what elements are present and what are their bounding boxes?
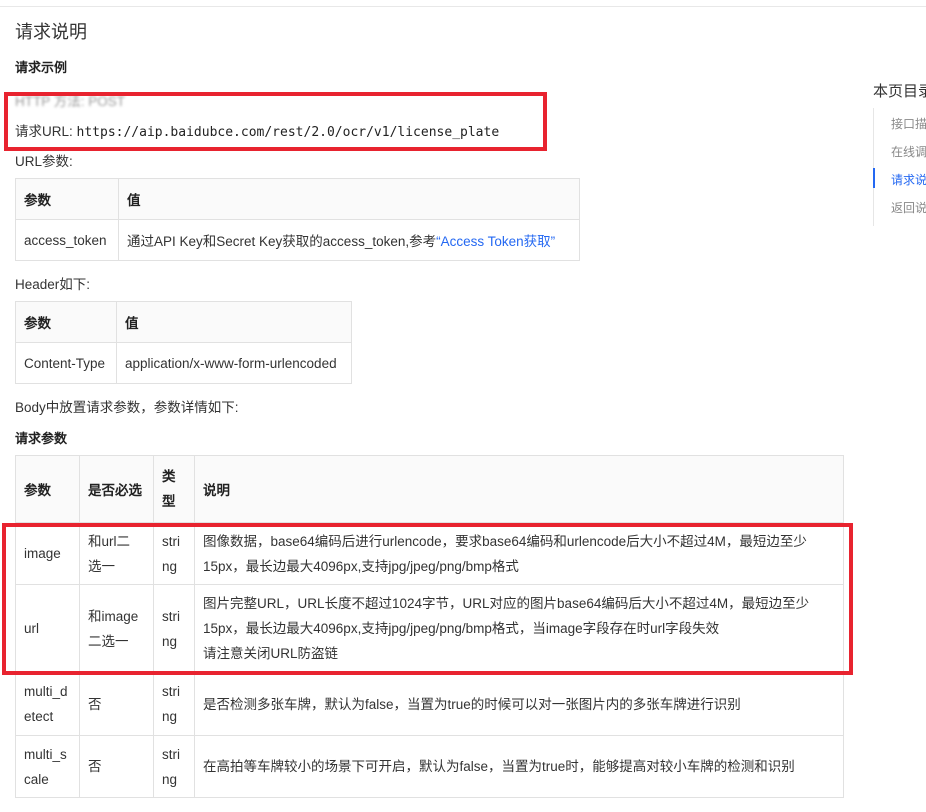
column-header: 值 (116, 301, 352, 343)
value-text: 通过API Key和Secret Key获取的access_token,参考 (127, 234, 437, 249)
type-cell: stri ng (153, 584, 195, 673)
param-cell: Content-Type (15, 342, 117, 384)
http-method-line: HTTP 方法: POST (15, 94, 126, 109)
param-cell: image (15, 522, 80, 585)
toc-list: 接口描述 在线调试 请求说明 返回说明 (873, 108, 926, 226)
table-header-row: 参数 是否必选 类型 说明 (15, 455, 844, 523)
column-header: 参数 (15, 301, 117, 343)
column-header: 参数 (15, 455, 80, 523)
toc-item-response-description[interactable]: 返回说明 (891, 199, 926, 216)
column-header: 类型 (153, 455, 195, 523)
url-params-table: 参数 值 access_token 通过API Key和Secret Key获取… (15, 178, 580, 261)
column-header: 参数 (15, 178, 119, 220)
type-cell: stri ng (153, 735, 195, 798)
desc-cell: 图像数据，base64编码后进行urlencode，要求base64编码和url… (194, 522, 844, 585)
value-cell: 通过API Key和Secret Key获取的access_token,参考“A… (118, 219, 580, 261)
request-params-heading: 请求参数 (15, 431, 68, 446)
required-cell: 否 (79, 672, 154, 736)
toc-item-request-description[interactable]: 请求说明 (891, 171, 926, 188)
param-cell: access_token (15, 219, 119, 261)
table-row: image 和url二 选一 stri ng 图像数据，base64编码后进行url… (15, 522, 844, 585)
type-cell: stri ng (153, 522, 195, 585)
table-header-row: 参数 值 (15, 178, 580, 220)
table-row: url 和image 二选一 stri ng 图片完整URL，URL长度不超过102… (15, 584, 844, 673)
required-cell: 和image 二选一 (79, 584, 154, 673)
column-header: 值 (118, 178, 580, 220)
desc-cell: 是否检测多张车牌，默认为false，当置为true的时候可以对一张图片内的多张车… (194, 672, 844, 736)
table-header-row: 参数 值 (15, 301, 352, 343)
required-cell: 否 (79, 735, 154, 798)
param-cell: multi_s cale (15, 735, 80, 798)
toc-item-api-description[interactable]: 接口描述 (891, 115, 926, 132)
header-table: 参数 值 Content-Type application/x-www-form… (15, 301, 352, 384)
header-label: Header如下: (15, 277, 91, 292)
column-header: 说明 (194, 455, 844, 523)
top-divider (0, 6, 926, 7)
desc-cell: 图片完整URL，URL长度不超过1024字节，URL对应的图片base64编码后… (194, 584, 844, 673)
type-cell: stri ng (153, 672, 195, 736)
request-url-label: 请求URL: (15, 124, 77, 139)
url-params-label: URL参数: (15, 154, 73, 169)
request-url-value: https://aip.baidubce.com/rest/2.0/ocr/v1… (76, 125, 500, 140)
body-params-label: Body中放置请求参数，参数详情如下: (15, 400, 239, 415)
example-heading: 请求示例 (15, 60, 68, 75)
toc-title: 本页目录 (873, 83, 926, 100)
value-cell: application/x-www-form-urlencoded (116, 342, 352, 384)
toc-active-marker (873, 168, 875, 188)
request-params-table: 参数 是否必选 类型 说明 image 和url二 选一 stri ng 图像数据，… (15, 455, 844, 798)
param-cell: url (15, 584, 80, 673)
table-row: multi_d etect 否 stri ng 是否检测多张车牌，默认为false，… (15, 672, 844, 736)
column-header: 是否必选 (79, 455, 154, 523)
required-cell: 和url二 选一 (79, 522, 154, 585)
section-title: 请求说明 (15, 22, 87, 42)
table-of-contents: 本页目录 接口描述 在线调试 请求说明 返回说明 (873, 80, 926, 226)
param-cell: multi_d etect (15, 672, 80, 736)
access-token-link[interactable]: “Access Token获取” (436, 234, 555, 249)
table-row: Content-Type application/x-www-form-urle… (15, 342, 352, 384)
desc-cell: 在高拍等车牌较小的场景下可开启，默认为false，当置为true时，能够提高对较… (194, 735, 844, 798)
request-url-line: 请求URL: https://aip.baidubce.com/rest/2.0… (15, 120, 499, 140)
toc-item-online-debug[interactable]: 在线调试 (891, 143, 926, 160)
table-row: multi_s cale 否 stri ng 在高拍等车牌较小的场景下可开启，默认为… (15, 735, 844, 798)
table-row: access_token 通过API Key和Secret Key获取的acce… (15, 219, 580, 261)
